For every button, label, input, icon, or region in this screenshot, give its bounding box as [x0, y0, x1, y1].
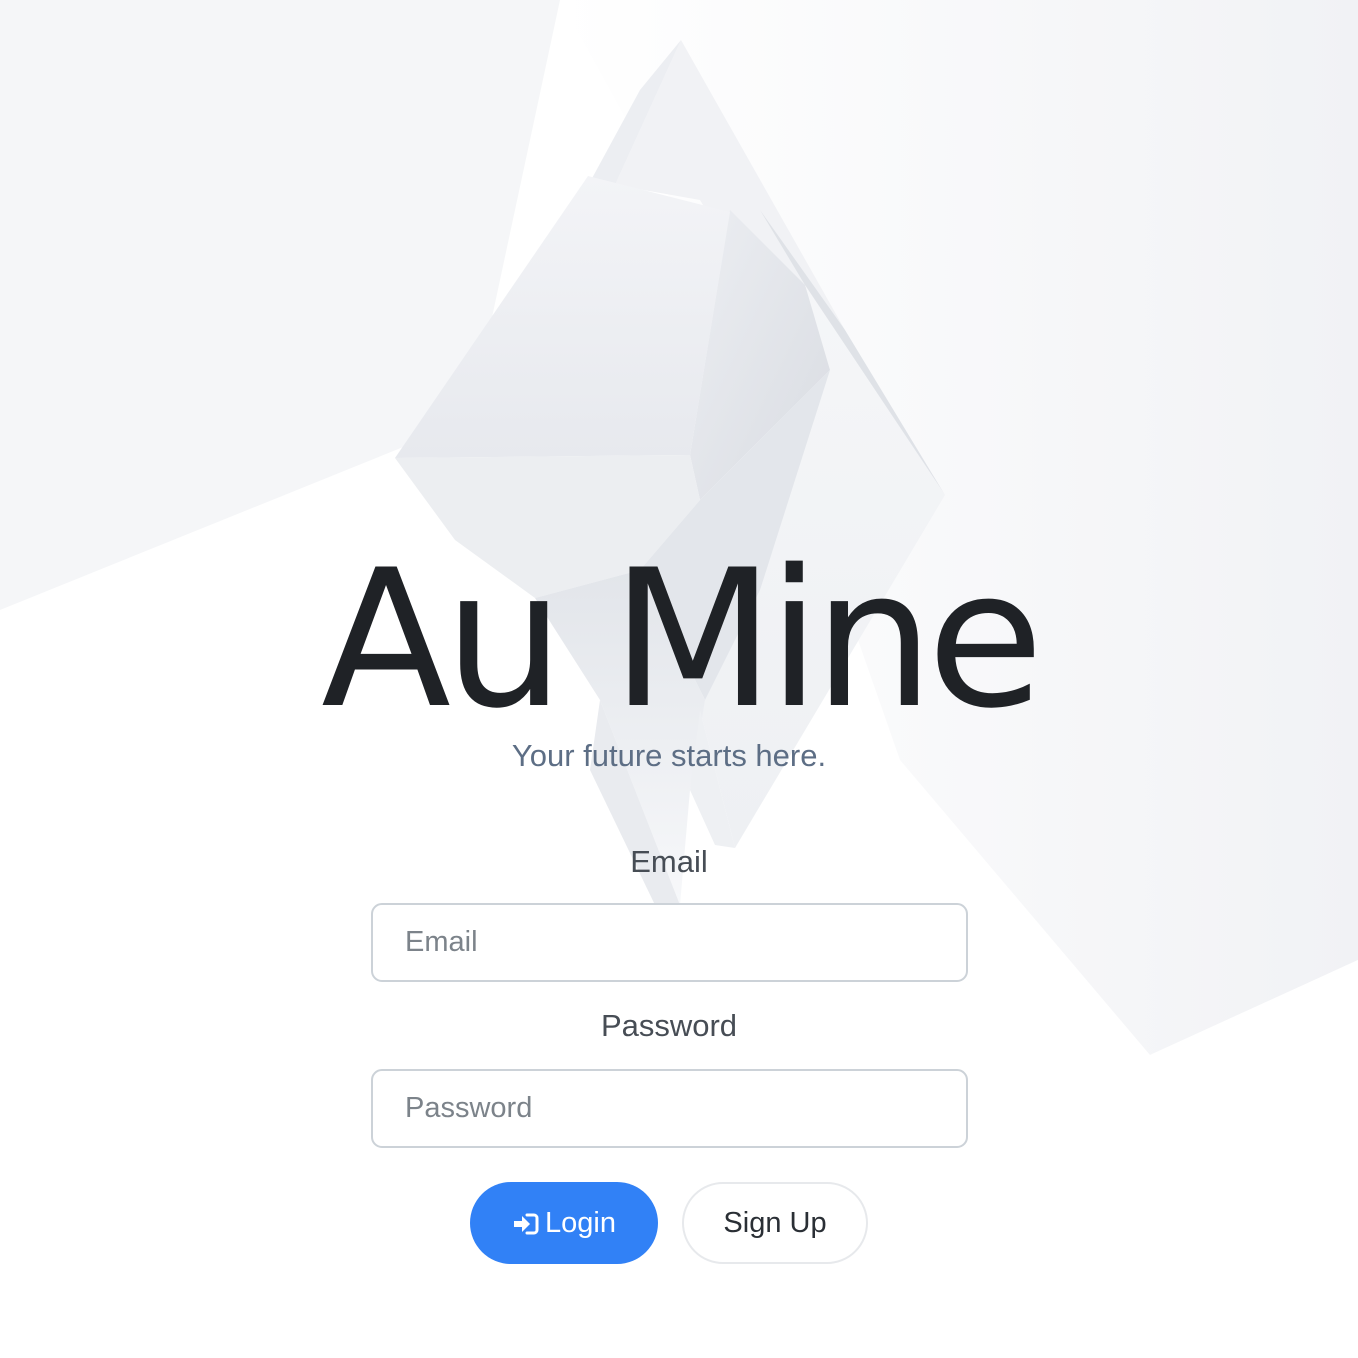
brand-title: Au Mine	[321, 529, 1044, 750]
login-page: Au Mine Your future starts here. Email P…	[0, 0, 1358, 1358]
password-input[interactable]	[371, 1069, 968, 1148]
login-button[interactable]: Login	[470, 1182, 658, 1264]
brand-tagline: Your future starts here.	[511, 738, 827, 773]
email-input[interactable]	[371, 903, 968, 982]
sign-in-icon	[512, 1210, 540, 1238]
email-label: Email	[630, 844, 708, 879]
signup-button[interactable]: Sign Up	[682, 1182, 868, 1264]
signup-button-label: Sign Up	[723, 1206, 827, 1239]
login-button-label: Login	[545, 1206, 616, 1239]
password-label: Password	[600, 1008, 738, 1043]
